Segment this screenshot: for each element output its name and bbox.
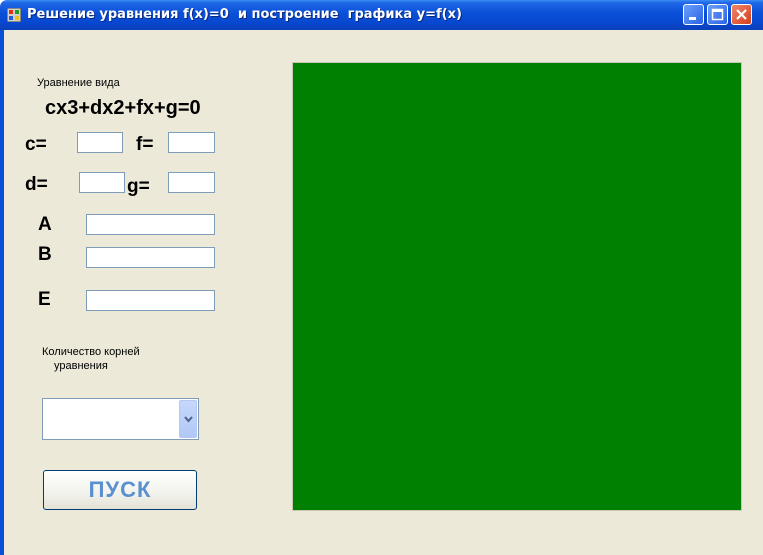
minimize-button[interactable] <box>683 4 704 25</box>
window-title: Решение уравнения f(x)=0 и построение гр… <box>27 7 462 22</box>
f-input[interactable] <box>168 132 215 153</box>
minimize-icon <box>689 17 696 20</box>
run-button[interactable]: ПУСК <box>43 470 197 510</box>
graph-canvas[interactable] <box>292 62 742 511</box>
roots-count-select[interactable] <box>42 398 199 440</box>
e-label: E <box>38 289 51 310</box>
title-bar[interactable]: Решение уравнения f(x)=0 и построение гр… <box>0 0 763 30</box>
g-input[interactable] <box>168 172 215 193</box>
roots-count-dropdown-button[interactable] <box>179 400 197 438</box>
app-icon <box>7 8 21 22</box>
b-input[interactable] <box>86 247 215 268</box>
c-input[interactable] <box>77 132 123 153</box>
roots-caption-line2: уравнения <box>54 360 108 372</box>
b-label: B <box>38 244 52 265</box>
equation-text: cx3+dx2+fx+g=0 <box>45 97 201 119</box>
a-label: A <box>38 214 52 235</box>
close-icon <box>736 9 747 20</box>
a-input[interactable] <box>86 214 215 235</box>
chevron-down-icon <box>184 416 193 423</box>
c-label: c= <box>25 134 47 155</box>
maximize-icon <box>711 8 724 21</box>
app-window: Решение уравнения f(x)=0 и построение гр… <box>0 0 763 555</box>
close-button[interactable] <box>731 4 752 25</box>
g-label: g= <box>127 176 150 197</box>
e-input[interactable] <box>86 290 215 311</box>
equation-caption: Уравнение вида <box>37 77 120 89</box>
maximize-button[interactable] <box>707 4 728 25</box>
d-label: d= <box>25 174 48 195</box>
d-input[interactable] <box>79 172 125 193</box>
roots-caption-line1: Количество корней <box>42 346 140 358</box>
f-label: f= <box>136 134 154 155</box>
